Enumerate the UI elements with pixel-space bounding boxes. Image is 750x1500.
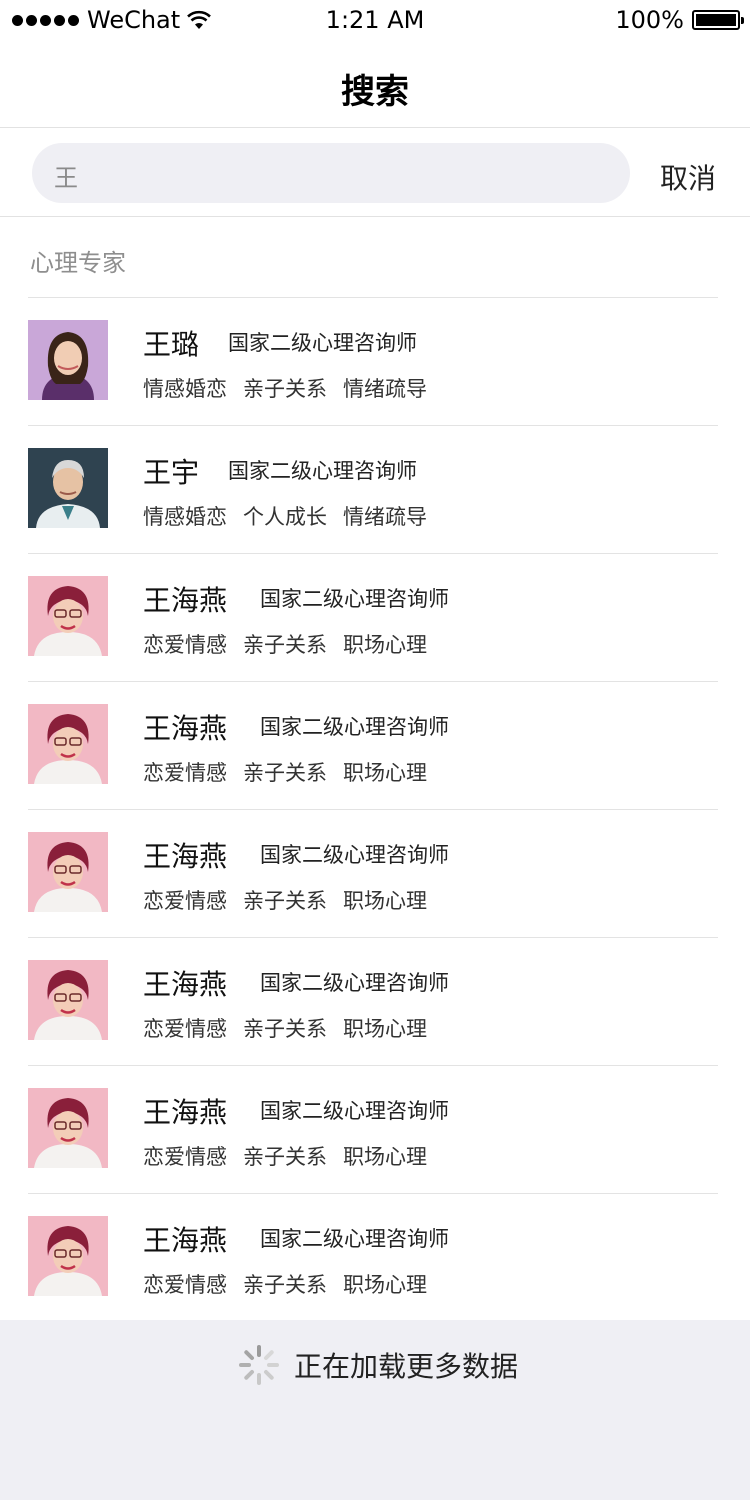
tag: 情绪疏导 bbox=[343, 505, 427, 529]
expert-name: 王璐 bbox=[143, 328, 200, 361]
tag: 情绪疏导 bbox=[343, 377, 427, 401]
tag: 恋爱情感 bbox=[143, 633, 227, 657]
list-item[interactable]: 王海燕 国家二级心理咨询师 恋爱情感 亲子关系 职场心理 bbox=[0, 681, 750, 809]
expert-list: 王璐 国家二级心理咨询师 情感婚恋 亲子关系 情绪疏导 王宇 国家二级心理咨询师… bbox=[0, 297, 750, 1321]
tag: 恋爱情感 bbox=[143, 889, 227, 913]
expert-tags: 情感婚恋 个人成长 情绪疏导 bbox=[143, 501, 427, 531]
expert-title: 国家二级心理咨询师 bbox=[260, 587, 449, 611]
avatar bbox=[28, 448, 108, 528]
expert-name: 王海燕 bbox=[143, 840, 228, 873]
tag: 恋爱情感 bbox=[143, 1145, 227, 1169]
expert-name: 王海燕 bbox=[143, 712, 228, 745]
loading-indicator: 正在加载更多数据 bbox=[238, 1344, 518, 1386]
tag: 亲子关系 bbox=[243, 377, 327, 401]
avatar bbox=[28, 576, 108, 656]
avatar bbox=[28, 320, 108, 400]
avatar bbox=[28, 1088, 108, 1168]
list-item[interactable]: 王海燕 国家二级心理咨询师 恋爱情感 亲子关系 职场心理 bbox=[0, 553, 750, 681]
expert-tags: 恋爱情感 亲子关系 职场心理 bbox=[143, 1013, 427, 1043]
expert-title: 国家二级心理咨询师 bbox=[260, 843, 449, 867]
avatar bbox=[28, 704, 108, 784]
loading-text: 正在加载更多数据 bbox=[294, 1350, 519, 1383]
tag: 亲子关系 bbox=[243, 761, 327, 785]
tag: 亲子关系 bbox=[243, 1145, 327, 1169]
tag: 职场心理 bbox=[343, 633, 427, 657]
expert-name: 王海燕 bbox=[143, 1096, 228, 1129]
avatar bbox=[28, 960, 108, 1040]
tag: 职场心理 bbox=[343, 1145, 427, 1169]
expert-title: 国家二级心理咨询师 bbox=[260, 715, 449, 739]
expert-name: 王宇 bbox=[143, 456, 200, 489]
tag: 恋爱情感 bbox=[143, 1273, 227, 1297]
search-query-text: 王 bbox=[54, 164, 78, 192]
loading-spinner-icon bbox=[239, 1345, 279, 1385]
tag: 恋爱情感 bbox=[143, 1017, 227, 1041]
expert-title: 国家二级心理咨询师 bbox=[228, 459, 417, 483]
section-title: 心理专家 bbox=[30, 249, 126, 277]
expert-title: 国家二级心理咨询师 bbox=[228, 331, 417, 355]
loading-footer: 正在加载更多数据 bbox=[0, 1320, 750, 1500]
expert-tags: 恋爱情感 亲子关系 职场心理 bbox=[143, 757, 427, 787]
expert-tags: 恋爱情感 亲子关系 职场心理 bbox=[143, 629, 427, 659]
nav-bar: 搜索 bbox=[0, 40, 750, 128]
list-item[interactable]: 王海燕 国家二级心理咨询师 恋爱情感 亲子关系 职场心理 bbox=[0, 937, 750, 1065]
status-right: 100% bbox=[615, 6, 744, 34]
cancel-button[interactable]: 取消 bbox=[660, 157, 716, 197]
search-input[interactable]: 王 bbox=[32, 143, 630, 203]
tag: 职场心理 bbox=[343, 889, 427, 913]
list-item[interactable]: 王海燕 国家二级心理咨询师 恋爱情感 亲子关系 职场心理 bbox=[0, 809, 750, 937]
expert-title: 国家二级心理咨询师 bbox=[260, 971, 449, 995]
tag: 情感婚恋 bbox=[143, 377, 227, 401]
expert-tags: 恋爱情感 亲子关系 职场心理 bbox=[143, 1141, 427, 1171]
page-title: 搜索 bbox=[341, 72, 409, 112]
list-item[interactable]: 王宇 国家二级心理咨询师 情感婚恋 个人成长 情绪疏导 bbox=[0, 425, 750, 553]
tag: 亲子关系 bbox=[243, 889, 327, 913]
expert-title: 国家二级心理咨询师 bbox=[260, 1099, 449, 1123]
tag: 职场心理 bbox=[343, 761, 427, 785]
tag: 亲子关系 bbox=[243, 633, 327, 657]
battery-percent: 100% bbox=[615, 6, 684, 34]
expert-name: 王海燕 bbox=[143, 584, 228, 617]
expert-tags: 情感婚恋 亲子关系 情绪疏导 bbox=[143, 373, 427, 403]
tag: 情感婚恋 bbox=[143, 505, 227, 529]
battery-icon bbox=[692, 10, 744, 30]
expert-name: 王海燕 bbox=[143, 1224, 228, 1257]
tag: 职场心理 bbox=[343, 1273, 427, 1297]
list-item[interactable]: 王璐 国家二级心理咨询师 情感婚恋 亲子关系 情绪疏导 bbox=[0, 297, 750, 425]
avatar bbox=[28, 832, 108, 912]
status-bar: WeChat 1:21 AM 100% bbox=[0, 0, 750, 40]
list-item[interactable]: 王海燕 国家二级心理咨询师 恋爱情感 亲子关系 职场心理 bbox=[0, 1065, 750, 1193]
expert-title: 国家二级心理咨询师 bbox=[260, 1227, 449, 1251]
tag: 亲子关系 bbox=[243, 1273, 327, 1297]
search-row: 王 取消 bbox=[0, 129, 750, 217]
tag: 职场心理 bbox=[343, 1017, 427, 1041]
tag: 恋爱情感 bbox=[143, 761, 227, 785]
tag: 个人成长 bbox=[243, 505, 327, 529]
expert-tags: 恋爱情感 亲子关系 职场心理 bbox=[143, 885, 427, 915]
tag: 亲子关系 bbox=[243, 1017, 327, 1041]
expert-name: 王海燕 bbox=[143, 968, 228, 1001]
avatar bbox=[28, 1216, 108, 1296]
expert-tags: 恋爱情感 亲子关系 职场心理 bbox=[143, 1269, 427, 1299]
list-item[interactable]: 王海燕 国家二级心理咨询师 恋爱情感 亲子关系 职场心理 bbox=[0, 1193, 750, 1321]
